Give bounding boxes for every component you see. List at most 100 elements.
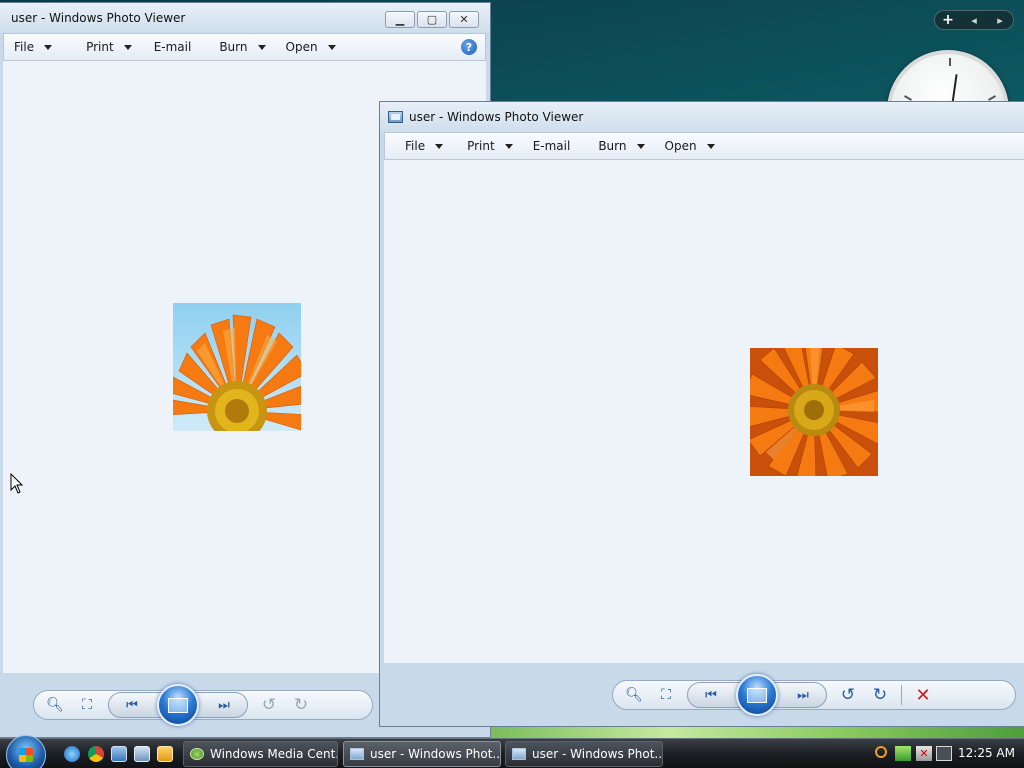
close-icon: ✕ — [459, 13, 469, 26]
taskbar-button-label: user - Windows Phot... — [370, 747, 501, 761]
switch-windows-icon[interactable] — [134, 746, 150, 762]
taskbar-button-photo-viewer-2[interactable]: user - Windows Phot... — [505, 741, 663, 767]
command-bar: File Print E-mail Burn Open — [384, 132, 1024, 160]
minimize-icon: ▁ — [395, 13, 405, 26]
photo-viewer-window-front[interactable]: user - Windows Photo Viewer File Print E… — [379, 101, 1024, 727]
flower-photo — [173, 303, 301, 431]
gadget-prev-button[interactable]: ◂ — [961, 14, 987, 27]
chrome-icon[interactable] — [88, 746, 104, 762]
zoom-controls: 🔍︎ ⛶ ⏮ ⏭ ↺ ↻ — [33, 684, 373, 726]
internet-explorer-icon[interactable] — [64, 746, 80, 762]
taskbar: Windows Media Cent... user - Windows Pho… — [0, 735, 1024, 768]
start-button[interactable] — [6, 735, 46, 768]
menu-burn-label: Burn — [219, 40, 248, 54]
separator — [901, 685, 902, 705]
menu-email-label: E-mail — [532, 139, 571, 153]
network-icon[interactable] — [895, 746, 911, 761]
menu-open[interactable]: Open — [276, 40, 346, 54]
photo-viewer-icon — [388, 111, 403, 123]
chevron-down-icon — [44, 44, 53, 50]
navigation-controls: ⏮ ⏭ — [687, 674, 827, 716]
menu-burn[interactable]: Burn — [588, 139, 654, 153]
mouse-cursor-icon — [10, 473, 24, 494]
help-icon[interactable]: ? — [461, 39, 477, 55]
menu-open-label: Open — [664, 139, 697, 153]
menu-file[interactable]: File — [395, 139, 453, 153]
volume-muted-icon[interactable]: ✕ — [916, 746, 932, 761]
flower-photo — [750, 348, 878, 476]
previous-button[interactable]: ⏮ — [688, 683, 734, 707]
menu-print-label: Print — [467, 139, 495, 153]
media-player-icon[interactable] — [157, 746, 173, 762]
previous-icon: ⏮ — [705, 687, 717, 703]
rotate-cw-icon[interactable]: ↻ — [290, 695, 312, 715]
display-icon[interactable] — [936, 746, 952, 761]
menu-file[interactable]: File — [4, 40, 62, 54]
menu-open[interactable]: Open — [655, 139, 725, 153]
minimize-button[interactable]: ▁ — [385, 11, 415, 28]
slideshow-button[interactable] — [736, 674, 778, 716]
next-button[interactable]: ⏭ — [780, 683, 826, 707]
taskbar-button-label: Windows Media Cent... — [210, 747, 338, 761]
image-viewport[interactable] — [384, 160, 1024, 663]
clock-time[interactable]: 12:25 AM — [958, 746, 1015, 760]
menu-burn[interactable]: Burn — [209, 40, 275, 54]
chevron-down-icon — [636, 143, 645, 149]
rotate-ccw-icon[interactable]: ↺ — [837, 685, 859, 705]
media-center-icon — [190, 748, 204, 760]
add-gadget-button[interactable]: + — [935, 12, 961, 28]
sidebar-gadget-controls: + ◂ ▸ — [934, 10, 1014, 30]
slideshow-icon — [747, 687, 767, 703]
taskbar-button-photo-viewer-1[interactable]: user - Windows Phot... — [343, 741, 501, 767]
chevron-down-icon — [504, 143, 513, 149]
navigation-controls: ⏮ ⏭ — [108, 684, 248, 726]
maximize-button[interactable]: ▢ — [417, 11, 447, 28]
viewer-controls: 🔍︎ ⛶ ⏮ ⏭ ↺ ↻ ✕ — [612, 674, 1016, 716]
menu-burn-label: Burn — [598, 139, 627, 153]
previous-icon: ⏮ — [126, 697, 138, 713]
menu-email[interactable]: E-mail — [523, 139, 581, 153]
slideshow-icon — [168, 697, 188, 713]
photo-viewer-icon — [350, 748, 364, 760]
chevron-down-icon — [327, 44, 336, 50]
menu-print-label: Print — [86, 40, 114, 54]
menu-email[interactable]: E-mail — [144, 40, 202, 54]
chevron-down-icon — [435, 143, 444, 149]
zoom-icon[interactable]: 🔍︎ — [623, 685, 645, 705]
search-icon[interactable] — [875, 746, 887, 758]
previous-button[interactable]: ⏮ — [109, 693, 155, 717]
next-button[interactable]: ⏭ — [201, 693, 247, 717]
desktop-wallpaper-strip — [490, 725, 1024, 739]
taskbar-button-media-center[interactable]: Windows Media Cent... — [183, 741, 338, 767]
next-icon: ⏭ — [797, 687, 809, 703]
menu-file-label: File — [405, 139, 426, 153]
window-title: user - Windows Photo Viewer — [409, 110, 584, 124]
taskbar-button-label: user - Windows Phot... — [532, 747, 663, 761]
chevron-down-icon — [706, 143, 715, 149]
actual-size-icon[interactable]: ⛶ — [76, 695, 98, 715]
next-icon: ⏭ — [218, 697, 230, 713]
title-bar[interactable]: user - Windows Photo Viewer ▁ ▢ ✕ — [0, 3, 490, 33]
zoom-icon[interactable]: 🔍︎ — [44, 695, 66, 715]
command-bar: File Print E-mail Burn Open ? — [3, 33, 486, 61]
zoom-controls: 🔍︎ ⛶ ⏮ ⏭ ↺ ↻ ✕ — [612, 674, 1016, 716]
menu-file-label: File — [14, 40, 35, 54]
chevron-down-icon — [257, 44, 266, 50]
maximize-icon: ▢ — [426, 13, 438, 26]
title-bar[interactable]: user - Windows Photo Viewer — [380, 102, 1024, 132]
menu-print[interactable]: Print — [76, 40, 142, 54]
menu-print[interactable]: Print — [457, 139, 523, 153]
menu-open-label: Open — [285, 40, 318, 54]
actual-size-icon[interactable]: ⛶ — [655, 685, 677, 705]
menu-email-label: E-mail — [153, 40, 192, 54]
show-desktop-icon[interactable] — [111, 746, 127, 762]
slideshow-button[interactable] — [157, 684, 199, 726]
close-button[interactable]: ✕ — [449, 11, 479, 28]
viewer-controls: 🔍︎ ⛶ ⏮ ⏭ ↺ ↻ — [33, 684, 373, 726]
window-title: user - Windows Photo Viewer — [11, 11, 186, 25]
rotate-ccw-icon[interactable]: ↺ — [258, 695, 280, 715]
rotate-cw-icon[interactable]: ↻ — [869, 685, 891, 705]
gadget-next-button[interactable]: ▸ — [987, 14, 1013, 27]
delete-icon[interactable]: ✕ — [912, 685, 934, 706]
photo-viewer-icon — [512, 748, 526, 760]
